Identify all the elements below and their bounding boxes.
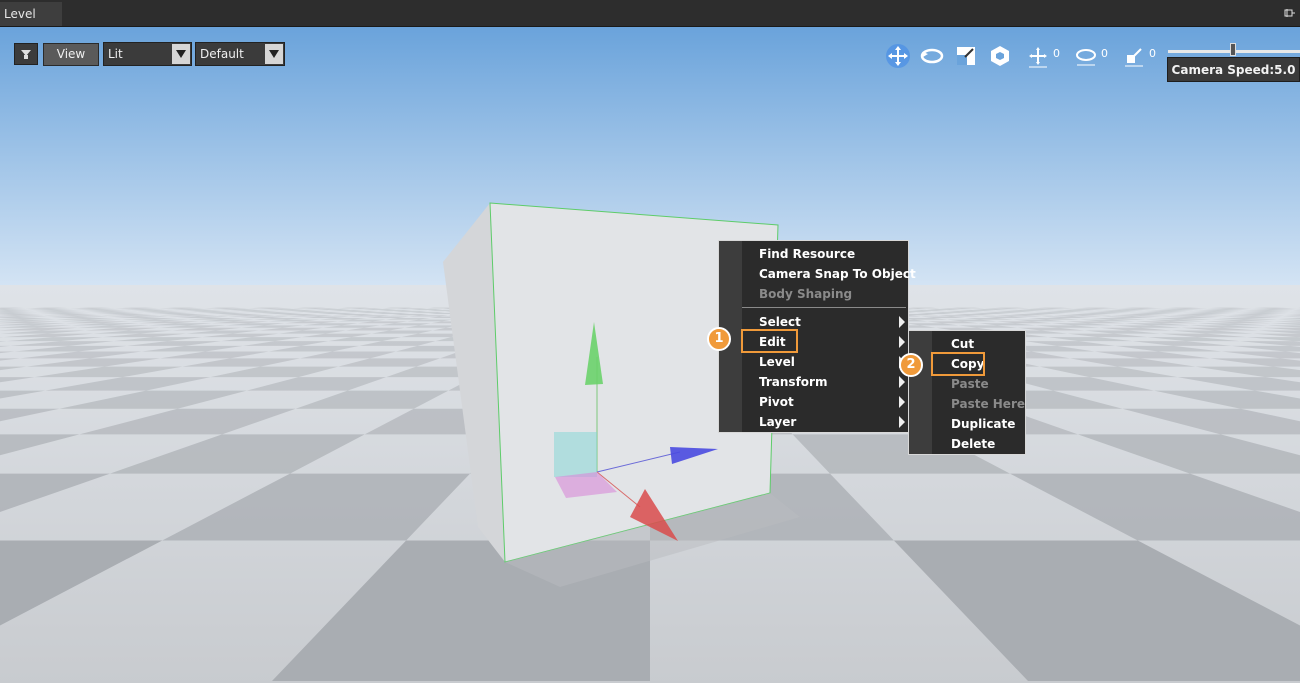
submenu-arrow-icon (899, 336, 905, 348)
menu-item-transform[interactable]: Transform (759, 372, 827, 392)
camera-speed-handle[interactable] (1230, 43, 1236, 56)
copy-highlight (931, 352, 985, 376)
rotate-snap-icon[interactable] (1073, 43, 1099, 69)
panel-titlebar: Level (0, 0, 1300, 27)
translate-snap-icon[interactable] (1025, 43, 1051, 69)
tab-level[interactable]: Level (0, 2, 62, 26)
menu-separator (742, 307, 906, 308)
submenu-arrow-icon (899, 376, 905, 388)
scale-snap-value: 0 (1149, 47, 1156, 60)
camera-preset-value: Default (200, 47, 244, 61)
submenu-arrow-icon (899, 316, 905, 328)
menu-item-cut[interactable]: Cut (951, 334, 974, 354)
submenu-arrow-icon (899, 396, 905, 408)
filter-icon[interactable] (14, 43, 38, 65)
rotate-snap-value: 0 (1101, 47, 1108, 60)
menu-item-camera-snap[interactable]: Camera Snap To Object (759, 264, 916, 284)
menu-item-paste-here[interactable]: Paste Here (951, 394, 1025, 414)
scale-snap-icon[interactable] (1121, 43, 1147, 69)
edit-submenu: Cut Copy Paste Paste Here Duplicate Dele… (908, 330, 1026, 455)
menu-item-duplicate[interactable]: Duplicate (951, 414, 1015, 434)
camera-preset-dropdown[interactable]: Default (195, 42, 285, 66)
move-icon[interactable] (885, 43, 911, 69)
scene-render[interactable] (0, 27, 1300, 683)
menu-item-body-shaping[interactable]: Body Shaping (759, 284, 852, 304)
translate-snap-value: 0 (1053, 47, 1060, 60)
menu-gutter (909, 331, 932, 454)
render-mode-value: Lit (108, 47, 123, 61)
menu-item-layer[interactable]: Layer (759, 412, 796, 432)
edit-highlight (741, 329, 798, 353)
view-button[interactable]: View (43, 43, 99, 66)
rotate-icon[interactable] (919, 43, 945, 69)
menu-item-find-resource[interactable]: Find Resource (759, 244, 855, 264)
camera-speed-label: Camera Speed:5.0 (1167, 57, 1300, 82)
level-viewport[interactable]: View Lit Default 0 0 0 Camera Speed:5.0 … (0, 27, 1300, 683)
pin-icon[interactable] (1284, 7, 1296, 19)
scale-icon[interactable] (953, 43, 979, 69)
chevron-down-icon[interactable] (172, 44, 190, 64)
render-mode-dropdown[interactable]: Lit (103, 42, 192, 66)
menu-item-paste[interactable]: Paste (951, 374, 989, 394)
local-space-icon[interactable] (987, 43, 1013, 69)
chevron-down-icon[interactable] (265, 44, 283, 64)
step-1-badge: 1 (707, 327, 731, 351)
step-2-badge: 2 (899, 353, 923, 377)
menu-item-delete[interactable]: Delete (951, 434, 995, 454)
submenu-arrow-icon (899, 416, 905, 428)
menu-item-pivot[interactable]: Pivot (759, 392, 794, 412)
menu-item-level[interactable]: Level (759, 352, 795, 372)
